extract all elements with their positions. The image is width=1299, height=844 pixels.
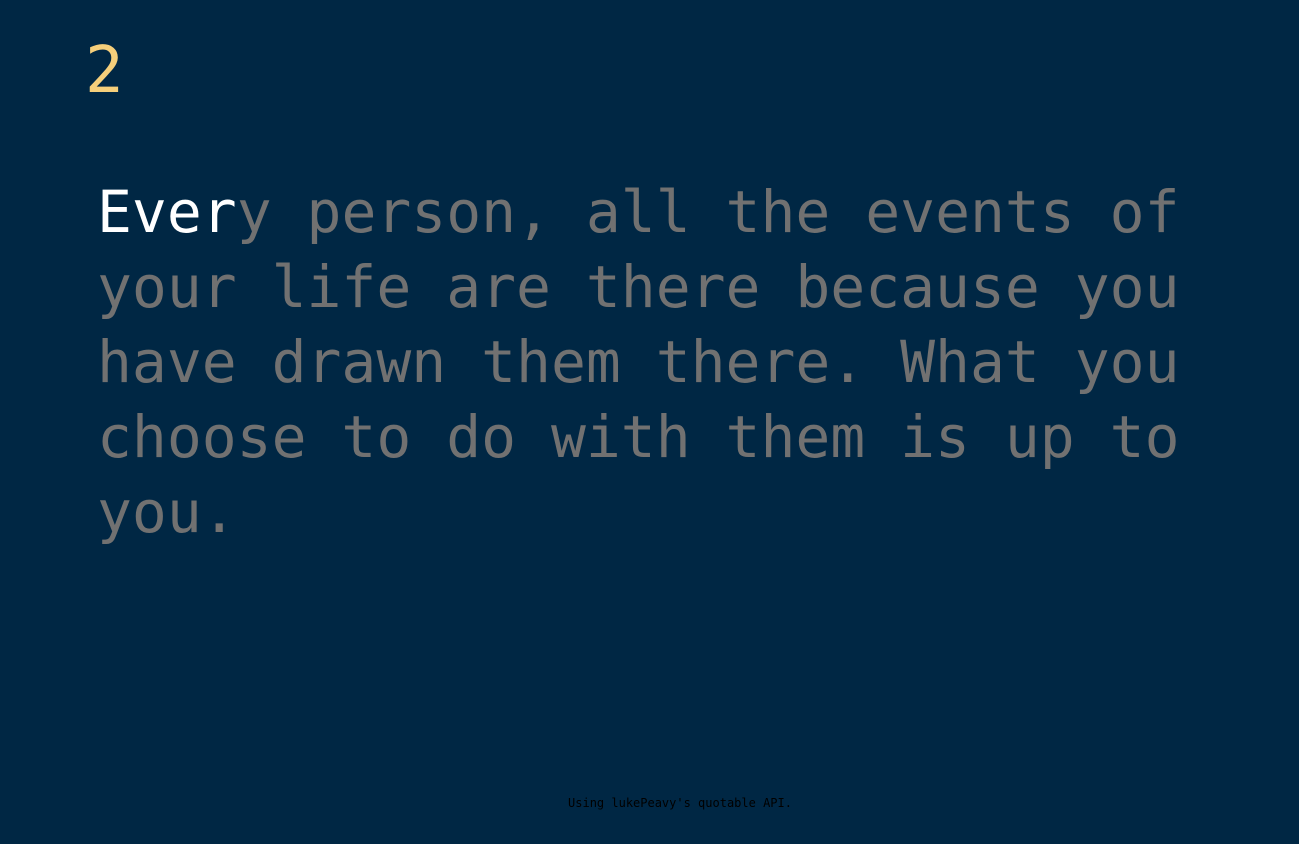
typing-quote-area[interactable]: Every person, all the events of your lif… <box>97 175 1192 550</box>
remaining-text: y person, all the events of your life ar… <box>97 178 1180 546</box>
typed-text: Ever <box>97 178 237 246</box>
api-credit-footer: Using lukePeavy's quotable API. <box>568 796 792 810</box>
timer-counter: 2 <box>85 34 124 108</box>
